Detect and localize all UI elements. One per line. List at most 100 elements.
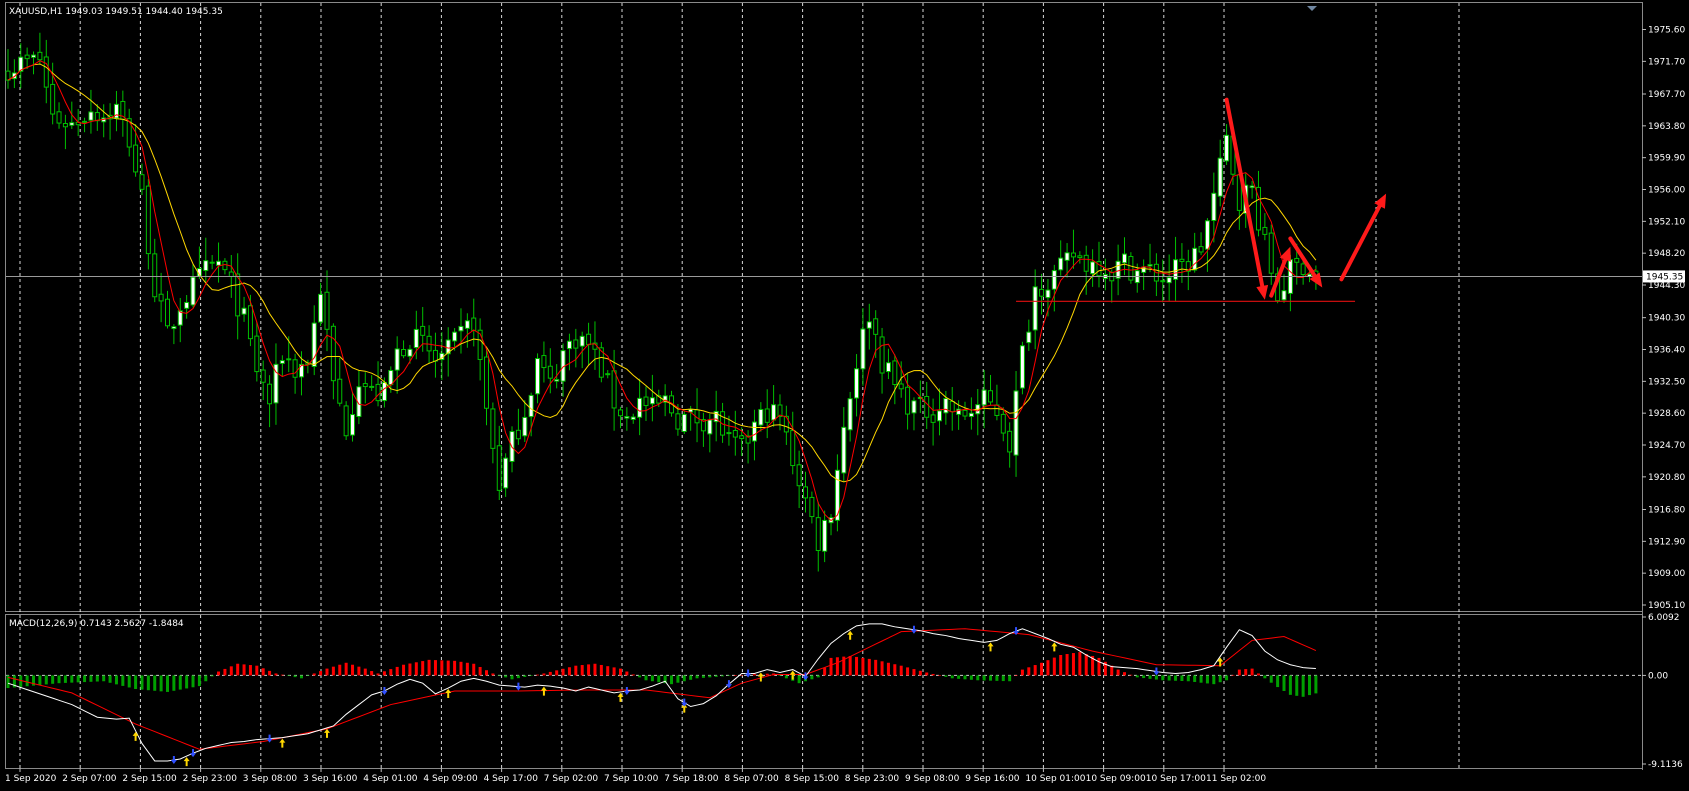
- bear-candle[interactable]: [228, 271, 234, 278]
- bull-candle[interactable]: [566, 340, 572, 350]
- bull-candle[interactable]: [318, 293, 324, 323]
- bear-candle[interactable]: [209, 261, 215, 264]
- bear-candle[interactable]: [401, 349, 407, 357]
- bear-candle[interactable]: [573, 339, 579, 349]
- bull-candle[interactable]: [624, 416, 630, 419]
- bull-candle[interactable]: [860, 328, 866, 370]
- bull-candle[interactable]: [1019, 345, 1025, 389]
- bull-candle[interactable]: [452, 331, 458, 342]
- chart-window[interactable]: 1975.60 1971.70 1967.70 1963.80 1959.90 1956.…: [0, 0, 1689, 791]
- bull-candle[interactable]: [554, 379, 560, 382]
- bull-candle[interactable]: [388, 369, 394, 386]
- bear-candle[interactable]: [803, 486, 808, 499]
- bear-candle[interactable]: [892, 360, 898, 386]
- bull-candle[interactable]: [216, 260, 222, 266]
- bull-candle[interactable]: [1026, 331, 1032, 344]
- bull-candle[interactable]: [726, 432, 732, 435]
- bull-candle[interactable]: [1045, 289, 1051, 299]
- bear-candle[interactable]: [267, 383, 273, 405]
- bull-candle[interactable]: [1058, 257, 1064, 271]
- bear-candle[interactable]: [732, 430, 738, 438]
- bear-candle[interactable]: [165, 298, 170, 327]
- bear-candle[interactable]: [324, 291, 330, 330]
- bear-candle[interactable]: [962, 409, 968, 417]
- bear-candle[interactable]: [617, 409, 623, 417]
- bear-candle[interactable]: [1083, 254, 1089, 272]
- bear-candle[interactable]: [158, 293, 164, 302]
- bear-candle[interactable]: [94, 112, 100, 122]
- bear-candle[interactable]: [235, 273, 241, 317]
- bear-candle[interactable]: [898, 383, 904, 390]
- bear-candle[interactable]: [1179, 258, 1185, 262]
- bull-candle[interactable]: [394, 348, 400, 371]
- bear-candle[interactable]: [247, 305, 253, 340]
- bear-candle[interactable]: [484, 356, 489, 409]
- bear-candle[interactable]: [541, 355, 547, 369]
- bull-candle[interactable]: [407, 348, 413, 357]
- bull-candle[interactable]: [535, 358, 541, 395]
- bull-candle[interactable]: [847, 398, 853, 431]
- bull-candle[interactable]: [943, 398, 949, 414]
- bull-candle[interactable]: [707, 419, 713, 435]
- bear-candle[interactable]: [873, 318, 879, 335]
- bull-candle[interactable]: [503, 457, 509, 489]
- bull-candle[interactable]: [630, 416, 636, 420]
- bull-candle[interactable]: [1141, 266, 1147, 273]
- bear-candle[interactable]: [1070, 252, 1076, 258]
- bull-candle[interactable]: [88, 111, 94, 121]
- bull-candle[interactable]: [413, 328, 419, 349]
- bear-candle[interactable]: [43, 56, 49, 88]
- bull-candle[interactable]: [637, 397, 643, 418]
- bear-candle[interactable]: [343, 405, 349, 437]
- bull-candle[interactable]: [171, 326, 177, 330]
- bull-candle[interactable]: [968, 412, 974, 417]
- bear-candle[interactable]: [260, 369, 266, 383]
- bear-candle[interactable]: [432, 349, 438, 362]
- bull-candle[interactable]: [241, 307, 247, 315]
- bull-candle[interactable]: [184, 301, 190, 309]
- bull-candle[interactable]: [822, 519, 828, 552]
- bear-candle[interactable]: [879, 336, 885, 374]
- bull-candle[interactable]: [751, 421, 757, 442]
- bull-candle[interactable]: [579, 335, 585, 347]
- bull-candle[interactable]: [885, 362, 891, 373]
- bear-candle[interactable]: [988, 390, 994, 403]
- bear-candle[interactable]: [924, 395, 930, 418]
- bear-candle[interactable]: [1160, 280, 1166, 283]
- bear-candle[interactable]: [643, 396, 649, 407]
- bull-candle[interactable]: [279, 360, 285, 364]
- bear-candle[interactable]: [1268, 232, 1274, 274]
- bear-candle[interactable]: [254, 335, 260, 373]
- bear-candle[interactable]: [809, 496, 815, 518]
- bull-candle[interactable]: [1192, 247, 1198, 271]
- bull-candle[interactable]: [981, 389, 987, 406]
- bull-candle[interactable]: [605, 373, 611, 376]
- bull-candle[interactable]: [458, 325, 464, 332]
- bear-candle[interactable]: [1294, 257, 1300, 263]
- bear-candle[interactable]: [420, 325, 426, 336]
- bear-candle[interactable]: [949, 401, 955, 413]
- bull-candle[interactable]: [31, 54, 37, 58]
- bear-candle[interactable]: [286, 358, 292, 361]
- bear-candle[interactable]: [547, 365, 553, 379]
- bull-candle[interactable]: [69, 122, 75, 126]
- bull-candle[interactable]: [758, 408, 764, 426]
- bear-candle[interactable]: [815, 517, 821, 551]
- bear-candle[interactable]: [1000, 413, 1006, 434]
- bear-candle[interactable]: [1198, 246, 1204, 253]
- bear-candle[interactable]: [145, 185, 151, 255]
- bear-candle[interactable]: [362, 383, 368, 388]
- bear-candle[interactable]: [337, 378, 343, 404]
- bull-candle[interactable]: [1281, 290, 1287, 301]
- bull-candle[interactable]: [528, 394, 534, 418]
- bull-candle[interactable]: [190, 276, 196, 306]
- bear-candle[interactable]: [764, 408, 770, 423]
- bear-candle[interactable]: [471, 317, 477, 331]
- bear-candle[interactable]: [796, 464, 802, 487]
- bull-candle[interactable]: [522, 416, 528, 437]
- bear-candle[interactable]: [930, 414, 936, 423]
- bull-candle[interactable]: [771, 404, 777, 421]
- bull-candle[interactable]: [1147, 264, 1153, 267]
- bear-candle[interactable]: [611, 370, 617, 409]
- bear-candle[interactable]: [1007, 430, 1013, 453]
